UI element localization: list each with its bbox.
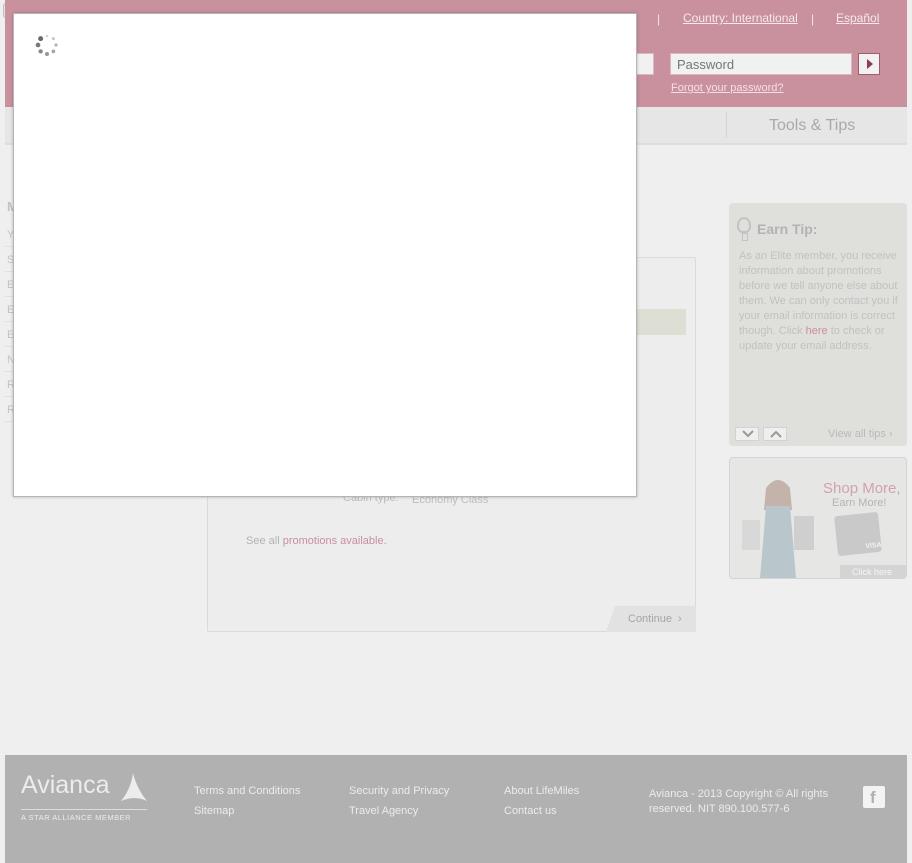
chevron-right-icon: › bbox=[888, 428, 893, 440]
see-all-prefix: See all bbox=[246, 535, 280, 547]
update-email-link[interactable]: here bbox=[806, 325, 828, 337]
separator: | bbox=[811, 12, 815, 26]
avianca-logo[interactable]: Avianca bbox=[21, 771, 110, 800]
sitemap-link[interactable]: Sitemap bbox=[194, 805, 234, 817]
country-link[interactable]: Country: International bbox=[683, 11, 798, 25]
view-all-tips-label: View all tips bbox=[828, 428, 886, 440]
chevron-down-icon bbox=[742, 430, 754, 438]
credit-card-image: VISA bbox=[834, 511, 882, 557]
chevron-up-icon bbox=[770, 430, 782, 438]
click-here-label: Click here bbox=[852, 567, 893, 577]
about-lifemiles-link[interactable]: About LifeMiles bbox=[504, 785, 579, 797]
promotions-link[interactable]: promotions available. bbox=[283, 535, 387, 547]
footer: Avianca A STAR ALLIANCE MEMBER Terms and… bbox=[5, 755, 907, 863]
language-link[interactable]: Español bbox=[836, 11, 879, 25]
earn-tip-body: As an Elite member, you receive informat… bbox=[739, 250, 898, 337]
continue-label: Continue bbox=[628, 613, 673, 625]
login-submit-button[interactable] bbox=[858, 53, 880, 75]
earn-tip-title: Earn Tip: bbox=[757, 221, 818, 237]
chevron-right-icon: › bbox=[678, 613, 682, 625]
click-here-button[interactable]: Click here bbox=[840, 565, 906, 578]
view-all-tips-link[interactable]: View all tips › bbox=[828, 428, 893, 440]
card-brand: VISA bbox=[865, 541, 882, 551]
earn-tip-text: As an Elite member, you receive informat… bbox=[739, 249, 901, 354]
forgot-password-link[interactable]: Forgot your password? bbox=[671, 82, 784, 94]
continue-button[interactable]: Continue › bbox=[606, 606, 696, 632]
nav-item-tools-tips[interactable]: Tools & Tips bbox=[769, 117, 855, 135]
separator: | bbox=[657, 12, 661, 26]
tip-prev-button[interactable] bbox=[763, 427, 787, 441]
copyright: Avianca - 2013 Copyright © All rights re… bbox=[649, 788, 829, 815]
travel-agency-link[interactable]: Travel Agency bbox=[349, 805, 418, 817]
nav-divider bbox=[726, 112, 727, 138]
shop-subtitle: Earn More! bbox=[832, 497, 887, 509]
shopper-illustration bbox=[742, 480, 814, 578]
star-alliance-tagline: A STAR ALLIANCE MEMBER bbox=[21, 813, 132, 822]
lightbulb-icon bbox=[737, 217, 751, 241]
terms-link[interactable]: Terms and Conditions bbox=[194, 785, 300, 797]
earn-tip-box: Earn Tip: As an Elite member, you receiv… bbox=[729, 203, 907, 446]
tip-next-button[interactable] bbox=[735, 427, 759, 441]
username-input[interactable] bbox=[636, 53, 654, 75]
facebook-icon[interactable]: f bbox=[863, 786, 885, 808]
contact-link[interactable]: Contact us bbox=[504, 805, 557, 817]
shop-more-banner[interactable]: Shop More, Earn More! VISA Click here bbox=[729, 457, 907, 579]
spinner-icon bbox=[35, 34, 58, 56]
loading-modal bbox=[13, 13, 637, 497]
bird-logo-icon bbox=[121, 773, 147, 801]
shop-title: Shop More, bbox=[823, 480, 901, 497]
password-input[interactable] bbox=[670, 53, 852, 75]
see-all-promotions: See all promotions available. bbox=[246, 535, 387, 547]
logo-divider bbox=[21, 809, 147, 810]
security-privacy-link[interactable]: Security and Privacy bbox=[349, 785, 449, 797]
panel-band bbox=[636, 309, 686, 335]
